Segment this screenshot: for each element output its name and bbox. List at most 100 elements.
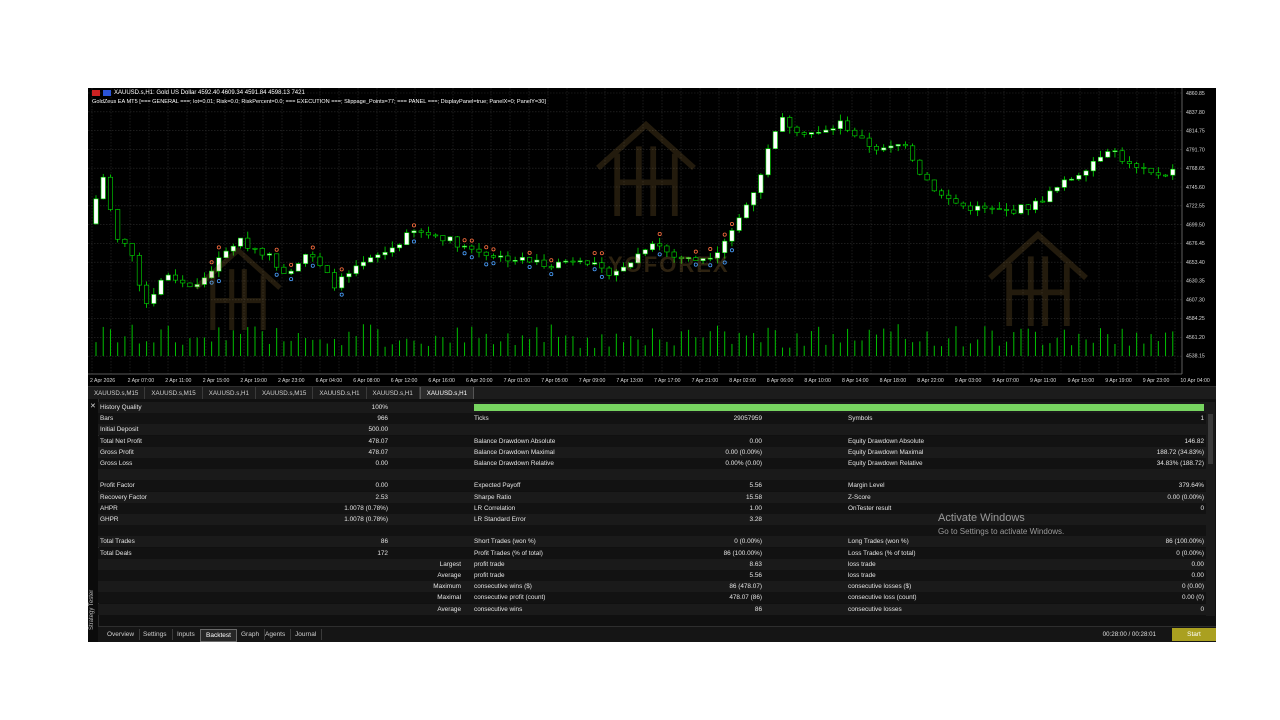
candle-body (541, 259, 547, 267)
candle-body (751, 192, 757, 206)
candle-body (310, 254, 316, 258)
time-axis-label: 6 Apr 04:00 (316, 378, 343, 384)
time-axis-label: 6 Apr 20:00 (466, 378, 493, 384)
candle-body (1032, 200, 1038, 210)
candle-body (1004, 209, 1010, 211)
sell-marker (274, 247, 279, 252)
candle-body (548, 266, 554, 269)
sell-marker (216, 245, 221, 250)
candle-body (483, 251, 489, 256)
candle-body (259, 248, 265, 256)
candle-body (1047, 190, 1053, 203)
candle-body (187, 282, 193, 288)
candle-body (397, 244, 403, 249)
candle-body (505, 255, 511, 262)
time-axis-label: 2 Apr 19:00 (240, 378, 267, 384)
sell-marker (310, 245, 315, 250)
result-value: Maximum (433, 583, 461, 591)
sell-marker (729, 221, 734, 226)
tester-tab-journal[interactable]: Journal (290, 629, 323, 640)
candle-body (288, 270, 294, 274)
result-label: Total Deals (100, 549, 132, 557)
candle-body (1155, 172, 1161, 176)
watermark-logo: YOFOREX (608, 252, 730, 277)
result-value: 0.00 (1191, 560, 1204, 568)
buy-marker (549, 272, 554, 277)
candle-body (144, 284, 150, 304)
result-value: 0.00 (375, 482, 388, 490)
result-row: Maximum consecutive wins ($) 86 (478.07) co… (98, 581, 1206, 593)
result-row: Gross Profit 478.07 Balance Drawdown Maxim… (98, 446, 1206, 458)
result-label: Initial Deposit (100, 426, 139, 434)
tester-tab-settings[interactable]: Settings (138, 629, 173, 640)
candle-body (1112, 150, 1118, 153)
price-axis-label: 4722.55 (1186, 204, 1205, 210)
result-label: Equity Drawdown Maximal (848, 448, 924, 456)
result-value: 34.83% (188.72) (1156, 460, 1204, 467)
tester-tab-inputs[interactable]: Inputs (172, 629, 201, 640)
time-axis-label: 9 Apr 19:00 (1105, 378, 1132, 384)
buy-marker (274, 272, 279, 277)
result-value: Average (437, 605, 461, 613)
time-axis-label: 6 Apr 12:00 (391, 378, 418, 384)
activate-subtitle: Go to Settings to activate Windows. (938, 527, 1065, 536)
result-value: 0 (1200, 504, 1204, 512)
candle-body (1054, 187, 1060, 192)
buy-marker (729, 248, 734, 253)
tester-tab-agents[interactable]: Agents (260, 629, 292, 640)
scrollbar-thumb[interactable] (1208, 414, 1213, 464)
result-value: 0.00 (749, 437, 762, 445)
sell-marker (599, 251, 604, 256)
result-label: loss trade (848, 560, 876, 568)
candle-body (447, 236, 453, 242)
price-chart[interactable]: 4860.85 4837.80 4814.75 4791.70 4768.65 4745.… (88, 88, 1216, 386)
candle-body (736, 217, 742, 231)
candle-body (975, 205, 981, 211)
tester-tab-overview[interactable]: Overview (102, 629, 141, 640)
result-label: Total Trades (100, 538, 135, 546)
candle-body (866, 137, 872, 147)
candle-body (563, 260, 569, 263)
result-row: Profit Factor 0.00 Expected Payoff 5.56 Marg… (98, 480, 1206, 492)
result-row: Total Deals 172 Profit Trades (% of total)… (98, 547, 1206, 559)
price-axis-label: 4860.85 (1186, 91, 1205, 97)
candle-body (122, 238, 128, 244)
candle-body (729, 230, 735, 242)
result-row: Total Net Profit 478.07 Balance Drawdown A… (98, 435, 1206, 447)
candle-body (852, 129, 858, 137)
candle-body (1011, 209, 1017, 214)
price-axis-label: 4768.65 (1186, 166, 1205, 172)
result-value: 5.56 (749, 482, 762, 490)
tester-tab-backtest[interactable]: Backtest (200, 629, 237, 642)
start-button[interactable]: Start (1172, 628, 1216, 641)
result-label: consecutive losses (848, 605, 902, 613)
candle-body (382, 252, 388, 256)
result-value: 5.56 (749, 572, 762, 579)
result-value: 478.07 (368, 437, 388, 445)
result-label: GHPR (100, 516, 119, 523)
chart-canvas[interactable]: 4860.85 4837.80 4814.75 4791.70 4768.65 4745.… (88, 88, 1216, 386)
result-value: 0.00 (0) (1181, 594, 1204, 602)
candle-body (967, 205, 973, 211)
results-scrollbar[interactable] (1206, 402, 1215, 616)
candle-body (1105, 151, 1111, 158)
candle-body (129, 243, 135, 256)
time-axis-label: 2 Apr 07:00 (128, 378, 155, 384)
result-value: 1.0078 (0.78%) (344, 504, 388, 512)
candle-body (722, 240, 728, 253)
result-value: 29057959 (733, 415, 762, 423)
candle-body (772, 131, 778, 149)
result-value: 86 (100.00%) (723, 549, 762, 557)
result-row: Bars 966 Ticks 29057959 Symbols 1 (98, 413, 1206, 425)
buy-marker (310, 263, 315, 268)
candle-body (808, 132, 814, 135)
chart-title: XAUUSD.s,H1: Gold US Dollar 4592.40 4609… (92, 90, 305, 96)
time-axis-label: 10 Apr 04:00 (1180, 378, 1210, 384)
candle-body (577, 260, 583, 263)
result-label: Margin Level (848, 482, 885, 490)
candle-body (787, 117, 793, 128)
candle-body (780, 117, 786, 132)
result-row: Largest profit trade 8.63 loss trade 0.00 (98, 558, 1206, 570)
close-icon[interactable]: ✕ (90, 402, 96, 410)
candle-body (953, 198, 959, 204)
